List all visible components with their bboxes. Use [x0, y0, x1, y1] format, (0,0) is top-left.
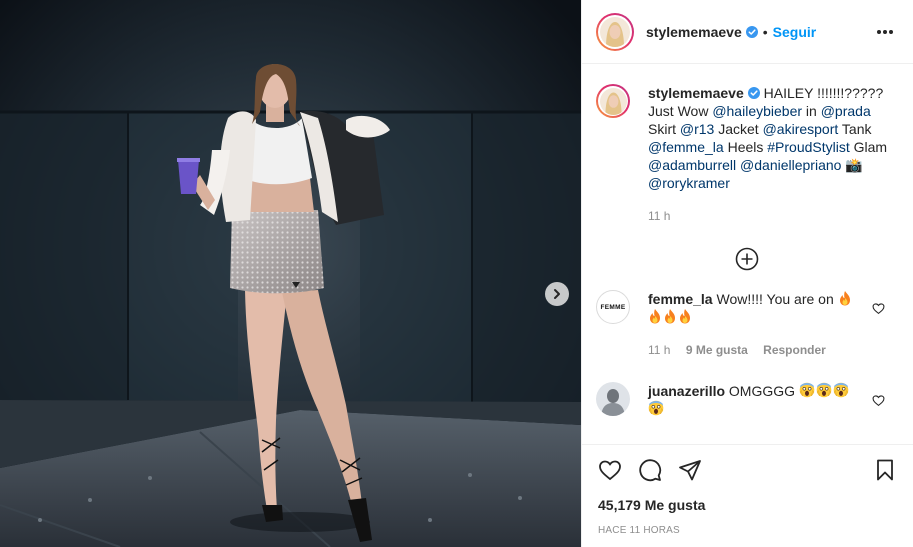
caption-link[interactable]: @r13 [680, 121, 714, 137]
comments-list[interactable]: stylememaeve HAILEY !!!!!!!????? Just Wo… [582, 65, 913, 443]
comment-bubble-icon[interactable] [638, 458, 662, 482]
load-more-button[interactable] [735, 247, 759, 271]
caption-text-run: Tank [838, 121, 872, 137]
caption-link[interactable]: #ProudStylist [767, 139, 849, 155]
fire-emoji-icon [650, 309, 660, 324]
dot [883, 29, 887, 34]
caption-text-run: Jacket [714, 121, 763, 137]
like-heart-icon[interactable] [598, 458, 622, 482]
action-icons [598, 457, 897, 483]
likes-count[interactable]: 45,179 Me gusta [598, 497, 897, 513]
comment-time[interactable]: 11 h [648, 343, 670, 357]
author-username[interactable]: stylememaeve [646, 24, 742, 40]
screaming-face-emoji-icon [833, 382, 849, 398]
avatar-photo [599, 87, 627, 115]
caption-text-run: Skirt [648, 121, 680, 137]
comment-item: juanazerillo OMGGGG [596, 382, 897, 418]
comment-author[interactable]: femme_la [648, 291, 713, 307]
avatar-photo [596, 382, 630, 416]
comment-text: Wow!!!! You are on [716, 291, 834, 307]
caption-text: stylememaeve HAILEY !!!!!!!????? Just Wo… [648, 84, 888, 192]
comment-body: femme_la Wow!!!! You are on 11 h 9 Me gu… [648, 290, 858, 359]
dot [877, 29, 881, 34]
caption-author[interactable]: stylememaeve [648, 85, 744, 101]
dot [889, 29, 893, 34]
comment-text: OMGGGG [728, 383, 796, 399]
comment-body: juanazerillo OMGGGG [648, 382, 858, 418]
caption-time[interactable]: 11 h [648, 207, 888, 225]
caption-body: stylememaeve HAILEY !!!!!!!????? Just Wo… [648, 84, 888, 225]
post-modal: stylememaeve • Seguir stylememaeve HAILE… [0, 0, 913, 547]
comment-likes[interactable]: 9 Me gusta [686, 343, 748, 357]
post-timestamp[interactable]: Hace 11 horas [598, 525, 897, 536]
avatar-photo [600, 16, 630, 47]
photo-scene [0, 0, 581, 547]
comment-text-line: femme_la Wow!!!! You are on [648, 290, 858, 326]
reply-button[interactable]: Responder [763, 343, 826, 357]
caption-link[interactable]: @prada [821, 103, 871, 119]
avatar-logo-text: FEMME [600, 303, 626, 311]
chevron-right-icon [554, 289, 560, 299]
fire-emoji-icon [665, 309, 675, 324]
caption-text-run: Heels [723, 139, 768, 155]
caption-avatar[interactable] [596, 84, 630, 118]
screaming-face-emoji-icon [648, 400, 664, 416]
comment-item: FEMME femme_la Wow!!!! You are on 11 h 9… [596, 290, 897, 359]
comment-author[interactable]: juanazerillo [648, 383, 725, 399]
caption-link[interactable]: @rorykramer [648, 175, 730, 191]
commenter-avatar[interactable]: FEMME [596, 290, 630, 324]
verified-badge-icon [745, 25, 758, 38]
load-more-comments [596, 247, 897, 273]
post-photo[interactable] [0, 0, 581, 547]
header-separator: • [762, 23, 768, 40]
comment-actions: 11 h 9 Me gusta Responder [648, 341, 858, 359]
screaming-face-emoji-icon [799, 382, 815, 398]
fire-emoji-icon [839, 291, 850, 306]
verified-badge-icon [747, 87, 760, 99]
post-panel: stylememaeve • Seguir stylememaeve HAILE… [581, 0, 913, 547]
caption-text-run: 📸 [841, 157, 863, 173]
caption-link[interactable]: @daniellepriano [740, 157, 841, 173]
post-header: stylememaeve • Seguir [582, 0, 913, 64]
share-paper-plane-icon[interactable] [678, 458, 702, 482]
caption-link[interactable]: @haileybieber [712, 103, 802, 119]
plus-circle-icon [735, 247, 758, 271]
caption-link[interactable]: @akiresport [763, 121, 839, 137]
fire-emoji-icon [680, 309, 690, 324]
comment-text-line: juanazerillo OMGGGG [648, 382, 858, 418]
comment-like-icon[interactable] [872, 394, 885, 407]
caption-text-run: Glam [849, 139, 888, 155]
author-avatar[interactable] [596, 12, 634, 51]
caption-link[interactable]: @femme_la [648, 139, 724, 155]
screaming-face-emoji-icon [816, 382, 832, 398]
comment-like-icon[interactable] [872, 302, 885, 315]
post-actions: 45,179 Me gusta Hace 11 horas [582, 444, 913, 536]
follow-button[interactable]: Seguir [773, 24, 817, 40]
commenter-avatar[interactable] [596, 382, 630, 416]
caption: stylememaeve HAILEY !!!!!!!????? Just Wo… [596, 65, 897, 225]
save-bookmark-icon[interactable] [873, 458, 897, 482]
caption-text-run: in [802, 103, 821, 119]
caption-link[interactable]: @adamburrell [648, 157, 736, 173]
more-options-button[interactable] [873, 29, 897, 34]
next-photo-button[interactable] [545, 282, 569, 306]
